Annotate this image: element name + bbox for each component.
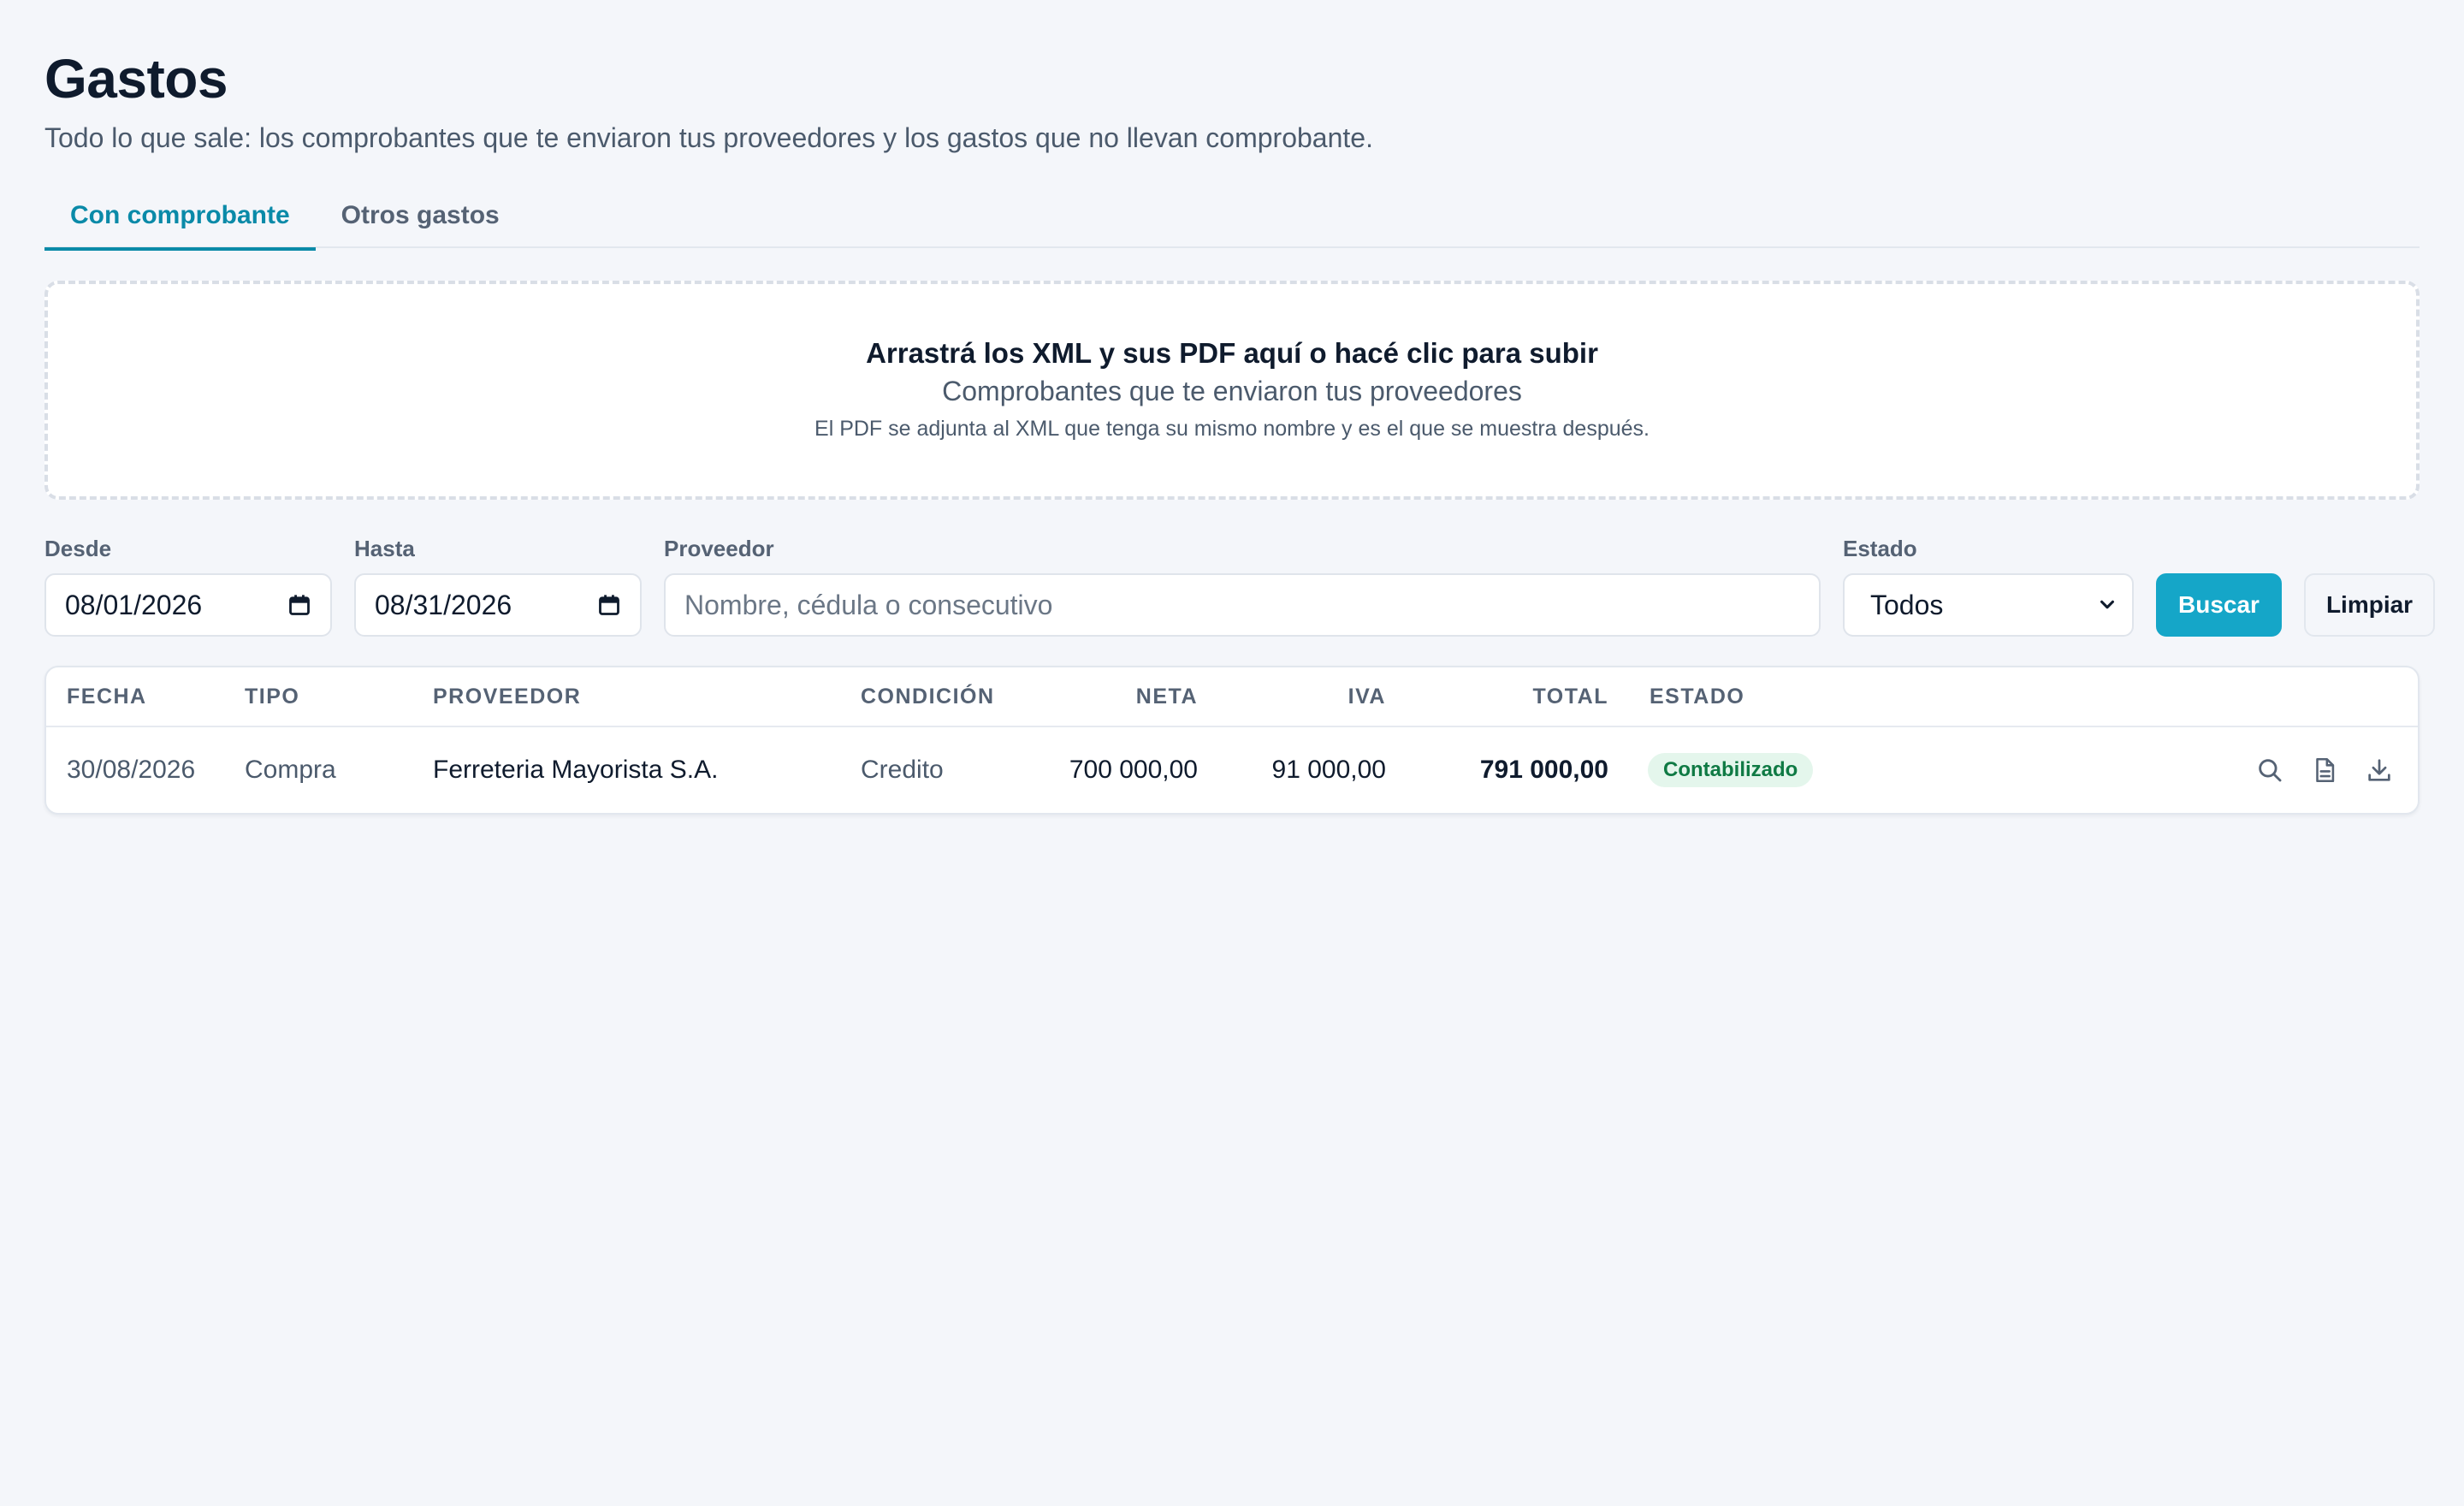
proveedor-field: Proveedor Nombre, cédula o consecutivo [664, 534, 1821, 637]
estado-label: Estado [1843, 536, 1917, 561]
proveedor-placeholder: Nombre, cédula o consecutivo [684, 589, 1053, 620]
gastos-page: Gastos Todo lo que sale: los comprobante… [0, 0, 2464, 815]
gastos-table: FECHA TIPO PROVEEDOR CONDICIÓN NETA IVA … [44, 666, 2420, 815]
filter-bar: Desde 08/01/2026 Hasta 08/31/2026 Provee… [44, 534, 2436, 637]
hasta-field: Hasta 08/31/2026 [354, 534, 642, 637]
hasta-value: 08/31/2026 [375, 589, 512, 620]
cell-condicion: Credito [861, 756, 944, 784]
estado-field: Estado Todos [1843, 534, 2134, 637]
cell-iva: 91 000,00 [1271, 756, 1386, 784]
tab-con-comprobante[interactable]: Con comprobante [44, 190, 316, 251]
calendar-icon[interactable] [287, 593, 311, 617]
row-actions [2255, 756, 2394, 785]
col-neta[interactable]: NETA [1136, 685, 1198, 709]
cell-neta: 700 000,00 [1069, 756, 1198, 784]
limpiar-button[interactable]: Limpiar [2303, 573, 2436, 637]
proveedor-label: Proveedor [664, 536, 774, 561]
col-fecha[interactable]: FECHA [67, 685, 147, 709]
proveedor-search-input[interactable]: Nombre, cédula o consecutivo [664, 573, 1821, 637]
calendar-icon[interactable] [597, 593, 621, 617]
col-proveedor[interactable]: PROVEEDOR [433, 685, 581, 709]
status-badge: Contabilizado [1648, 753, 1814, 787]
estado-select[interactable]: Todos [1843, 573, 2134, 637]
document-icon[interactable] [2310, 756, 2339, 785]
cell-fecha: 30/08/2026 [67, 756, 196, 784]
desde-date-input[interactable]: 08/01/2026 [44, 573, 332, 637]
cell-total: 791 000,00 [1479, 756, 1608, 784]
col-total[interactable]: TOTAL [1532, 685, 1608, 709]
buscar-button[interactable]: Buscar [2156, 573, 2282, 637]
cell-tipo: Compra [245, 756, 336, 784]
desde-value: 08/01/2026 [65, 589, 203, 620]
desde-field: Desde 08/01/2026 [44, 534, 332, 637]
page-subtitle: Todo lo que sale: los comprobantes que t… [44, 122, 1373, 153]
download-icon[interactable] [2365, 756, 2394, 785]
search-icon[interactable] [2255, 756, 2284, 785]
col-estado[interactable]: ESTADO [1650, 685, 1744, 709]
estado-value: Todos [1870, 589, 1944, 620]
upload-dropzone[interactable]: Arrastrá los XML y sus PDF aquí o hacé c… [44, 281, 2420, 500]
table-header: FECHA TIPO PROVEEDOR CONDICIÓN NETA IVA … [46, 667, 2418, 727]
hasta-date-input[interactable]: 08/31/2026 [354, 573, 642, 637]
table-row[interactable]: 30/08/2026 Compra Ferreteria Mayorista S… [46, 727, 2418, 813]
tab-otros-gastos[interactable]: Otros gastos [316, 190, 525, 246]
col-tipo[interactable]: TIPO [245, 685, 299, 709]
desde-label: Desde [44, 536, 112, 561]
page-title: Gastos [44, 48, 228, 110]
col-condicion[interactable]: CONDICIÓN [861, 685, 995, 709]
dropzone-title: Arrastrá los XML y sus PDF aquí o hacé c… [866, 337, 1598, 369]
cell-proveedor: Ferreteria Mayorista S.A. [433, 756, 719, 784]
tab-bar: Con comprobante Otros gastos [44, 190, 2420, 251]
dropzone-subtitle: Comprobantes que te enviaron tus proveed… [942, 376, 1522, 406]
col-iva[interactable]: IVA [1348, 685, 1386, 709]
dropzone-note: El PDF se adjunta al XML que tenga su mi… [814, 417, 1650, 441]
chevron-down-icon [2100, 600, 2114, 609]
hasta-label: Hasta [354, 536, 415, 561]
